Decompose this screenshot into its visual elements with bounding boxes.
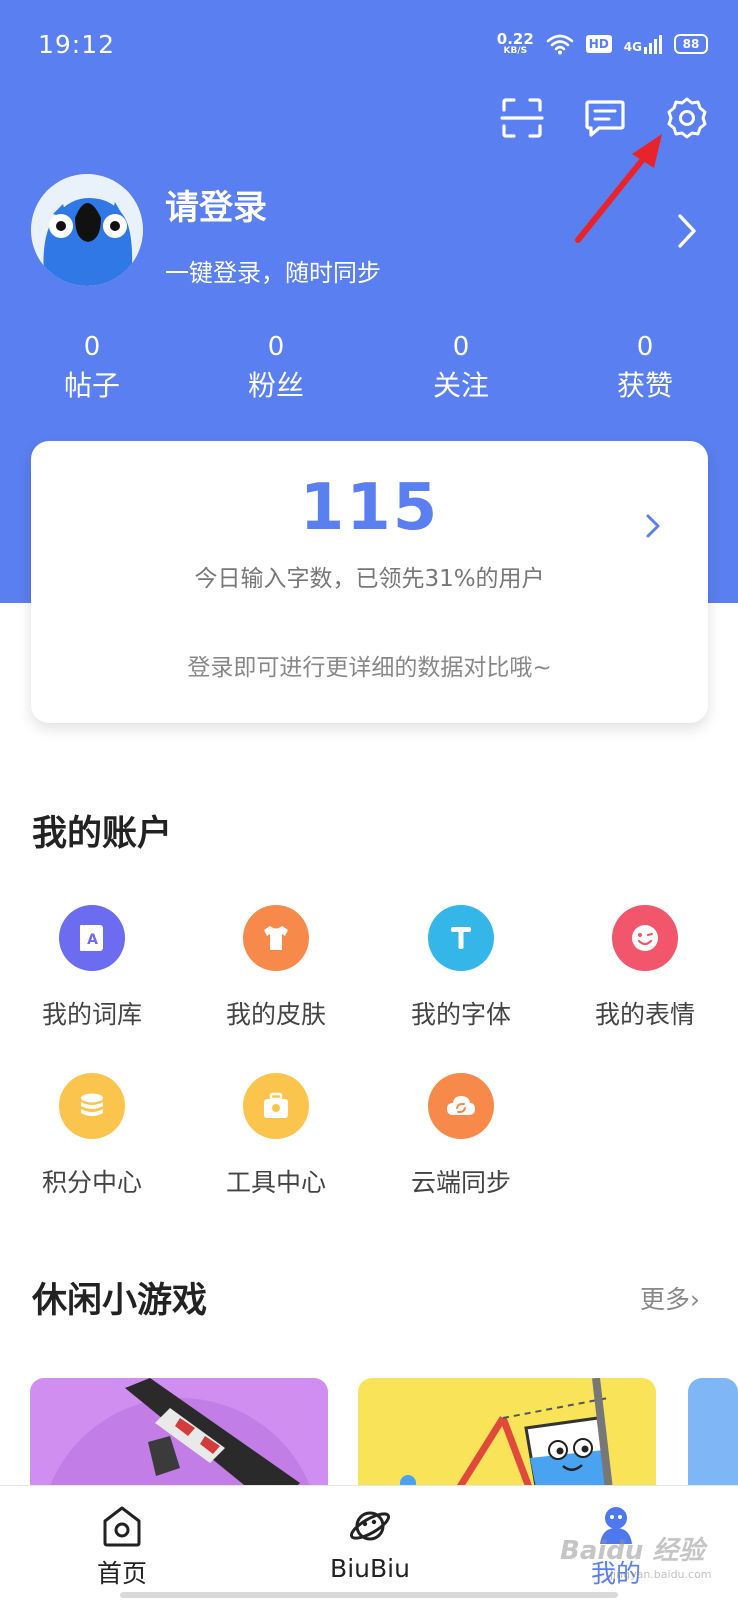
home-icon [103,1506,141,1547]
nav-item-biubiu[interactable]: BiuBiu [290,1486,450,1600]
grid-item-tools[interactable]: 工具中心 [201,1073,351,1199]
login-title[interactable]: 请登录 [165,180,267,229]
grid-item-cloud-sync[interactable]: 云端同步 [386,1073,536,1199]
game-card-shooter[interactable] [30,1378,328,1498]
grid-item-label: 我的词库 [41,1000,142,1029]
stat-value: 0 [636,332,654,362]
stat-value: 0 [452,332,470,362]
dictionary-icon: A [59,905,125,971]
grid-item-points[interactable]: 积分中心 [17,1073,167,1199]
parrot-avatar-icon [31,174,143,286]
coins-icon [59,1073,125,1139]
nav-item-home[interactable]: 首页 [42,1486,202,1600]
tshirt-icon [243,905,309,971]
stat-value: 0 [267,332,285,362]
input-count: 115 [299,471,440,545]
battery-indicator: 88 [674,34,708,54]
stat-label: 帖子 [63,369,120,402]
wifi-icon [546,34,574,55]
signal-bars-icon [644,35,662,54]
input-stats-card[interactable]: 115 今日输入字数，已领先31%的用户 登录即可进行更详细的数据对比哦~ [31,441,708,723]
nav-label: 首页 [96,1559,147,1588]
stat-likes[interactable]: 0 获赞 [585,330,705,406]
avatar[interactable] [31,174,143,286]
game-card-cup[interactable] [358,1378,656,1498]
grid-item-emoji[interactable]: 我的表情 [570,905,720,1031]
grid-item-label: 云端同步 [410,1168,511,1197]
toolbox-icon [243,1073,309,1139]
network-speed-value: 0.22 [496,30,534,48]
annotation-arrow [575,134,662,243]
profile-stats: 0 帖子 0 粉丝 0 关注 0 获赞 [0,330,738,410]
grid-item-font[interactable]: 我的字体 [386,905,536,1031]
grid-item-dictionary[interactable]: A 我的词库 [17,905,167,1031]
status-time: 19:12 [38,30,116,59]
stat-following[interactable]: 0 关注 [401,330,521,406]
more-games-link[interactable]: 更多› [640,1280,700,1316]
account-section-title: 我的账户 [32,814,173,854]
nav-label: BiuBiu [330,1554,410,1583]
settings-icon[interactable] [665,96,709,140]
chevron-right-icon: › [690,1285,701,1314]
hd-badge: HD [585,35,612,53]
input-count-description: 今日输入字数，已领先31%的用户 [194,566,545,592]
emoji-icon [612,905,678,971]
watermark-sub: jingyan.baidu.com [610,1568,712,1581]
network-speed-unit: KB/S [503,46,528,56]
stat-posts[interactable]: 0 帖子 [32,330,152,406]
more-label: 更多 [640,1285,691,1314]
stat-label: 获赞 [616,369,673,402]
grid-item-label: 积分中心 [41,1168,142,1197]
cup-game-icon [400,1378,614,1498]
planet-icon [349,1511,391,1541]
stat-label: 关注 [432,369,489,402]
status-indicators: 0.22 KB/S HD 4G 88 [497,32,708,56]
grid-item-skin[interactable]: 我的皮肤 [201,905,351,1031]
login-subtitle: 一键登录，随时同步 [165,259,381,287]
grid-item-label: 我的皮肤 [225,1000,326,1029]
login-hint: 登录即可进行更详细的数据对比哦~ [187,655,552,681]
stat-fans[interactable]: 0 粉丝 [216,330,336,406]
chevron-right-icon[interactable] [643,511,663,541]
svg-text:A: A [87,932,98,948]
watermark: Baidu 经验 [560,1536,705,1566]
home-indicator [120,1592,618,1598]
game-card-partial[interactable] [688,1378,738,1498]
rifle-game-icon [45,1378,315,1498]
signal-indicator: 4G [624,34,662,54]
grid-item-label: 我的表情 [594,1000,695,1029]
stat-value: 0 [83,332,101,362]
network-speed: 0.22 KB/S [497,32,534,56]
grid-item-label: 工具中心 [225,1168,326,1197]
scan-icon[interactable] [500,96,544,140]
games-section-title: 休闲小游戏 [32,1281,208,1321]
status-bar: 19:12 0.22 KB/S HD 4G 88 [0,0,738,90]
chevron-right-icon[interactable] [672,210,702,252]
stat-label: 粉丝 [247,369,304,402]
network-type: 4G [623,40,642,54]
cloud-sync-icon [428,1073,494,1139]
grid-item-label: 我的字体 [410,1000,511,1029]
font-icon [428,905,494,971]
